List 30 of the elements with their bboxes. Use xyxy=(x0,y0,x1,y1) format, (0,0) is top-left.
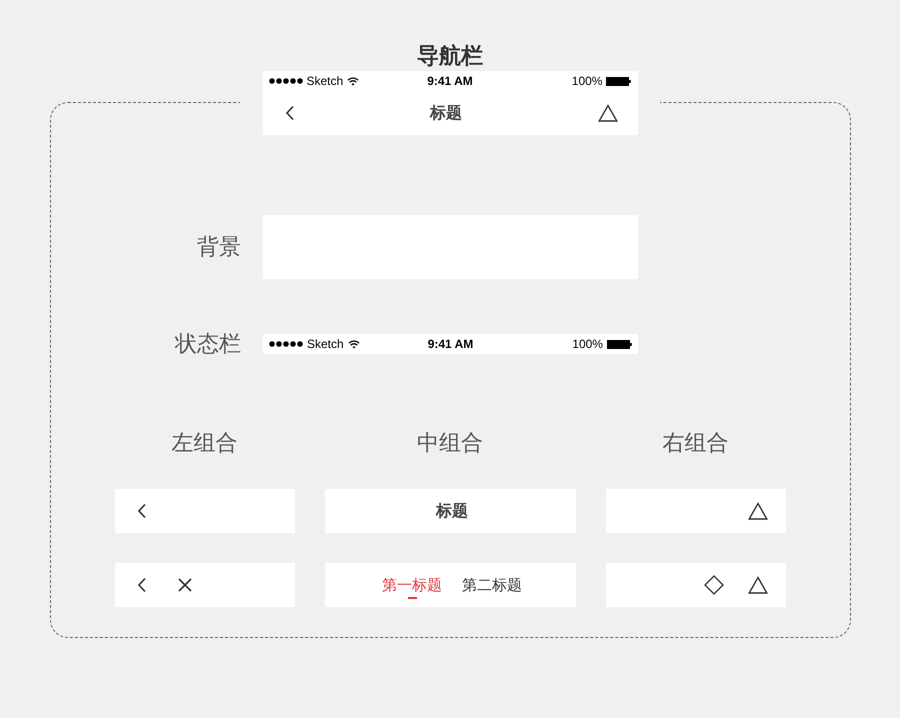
triangle-icon[interactable] xyxy=(598,104,618,122)
row-label: 状态栏 xyxy=(174,331,241,359)
nav-title: 标题 xyxy=(436,500,468,522)
triangle-icon[interactable] xyxy=(748,502,768,520)
wifi-icon xyxy=(348,340,360,348)
title-tab[interactable]: 第一标题 xyxy=(382,576,442,598)
battery-icon xyxy=(606,76,632,86)
battery-percent: 100% xyxy=(572,74,602,88)
status-time: 9:41 AM xyxy=(427,74,473,88)
nav-title: 标题 xyxy=(430,102,462,124)
back-icon[interactable] xyxy=(136,577,146,593)
close-icon[interactable] xyxy=(176,577,192,593)
group-heading: 右组合 xyxy=(662,431,728,457)
battery-percent: 100% xyxy=(572,337,603,351)
carrier-text: Sketch xyxy=(306,74,344,88)
battery-icon xyxy=(606,340,632,348)
group-heading: 左组合 xyxy=(172,431,238,457)
page-title: 导航栏 xyxy=(417,43,483,71)
triangle-icon[interactable] xyxy=(748,576,768,594)
row-label: 背景 xyxy=(196,234,241,262)
wifi-icon xyxy=(347,76,360,86)
signal-icon xyxy=(268,78,302,84)
back-icon[interactable] xyxy=(136,503,146,519)
status-time: 9:41 AM xyxy=(428,337,474,351)
signal-icon xyxy=(269,341,303,347)
diamond-icon[interactable] xyxy=(704,575,724,595)
title-tab[interactable]: 第二标题 xyxy=(462,576,522,598)
back-icon[interactable] xyxy=(284,105,294,121)
carrier-text: Sketch xyxy=(307,337,344,351)
group-heading: 中组合 xyxy=(417,431,483,457)
